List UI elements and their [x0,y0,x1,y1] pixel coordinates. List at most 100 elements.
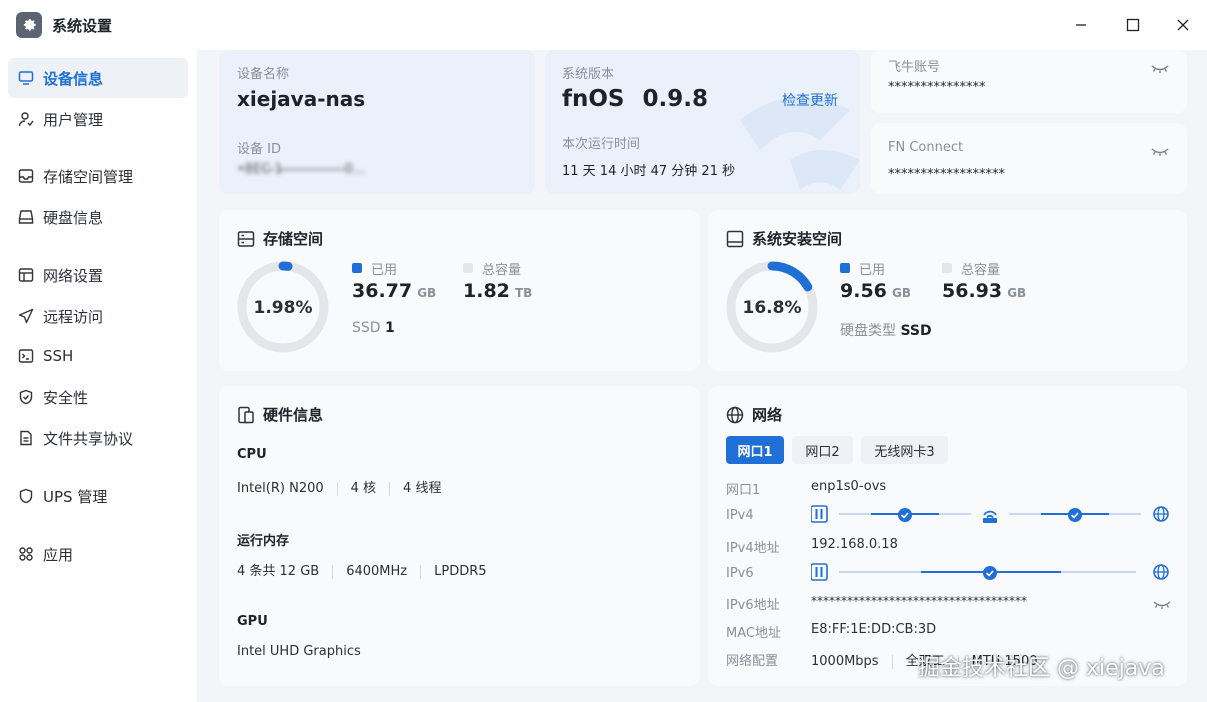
divider [336,481,338,496]
version-os: fnOS [562,86,625,112]
fn-connect-value: ****************** [888,167,1005,182]
cpu-threads: 4 线程 [403,481,442,496]
sidebar-item-label: 远程访问 [43,307,104,326]
sidebar-item-apps[interactable]: 应用 [8,534,188,574]
check-circle-icon [898,508,912,522]
nas-device-icon [811,505,828,523]
eye-closed-icon[interactable] [1151,60,1169,79]
file-icon [18,430,34,446]
ipv6-address-label: IPv6地址 [726,598,780,613]
globe-icon [726,406,744,423]
watermark: 掘金技术社区 @ xiejava [918,656,1165,681]
tab-port-1[interactable]: 网口1 [726,436,784,464]
sys-total-number: 56.93 [942,280,1003,302]
device-name-value: xiejava-nas [237,87,366,111]
storage-percent-text: 1.98% [254,298,313,318]
hardware-card: 硬件信息 CPU Intel(R) N200 4 核 4 线程 运行内存 4 条共 … [219,386,700,686]
storage-used-number: 36.77 [352,280,413,302]
sidebar-item-label: UPS 管理 [43,487,108,506]
nas-device-icon [811,563,828,581]
tab-port-2[interactable]: 网口2 [792,436,853,464]
sidebar-item-device-info[interactable]: 设备信息 [8,58,188,98]
storage-total-label: 总容量 [482,263,522,278]
cpu-label: CPU [237,447,267,462]
sidebar-item-label: 文件共享协议 [43,429,134,448]
sidebar-item-ssh[interactable]: SSH [8,336,188,376]
eye-closed-icon[interactable] [1153,596,1171,615]
minimize-button[interactable] [1066,10,1096,40]
device-name-label: 设备名称 [237,67,290,82]
hardware-icon [238,406,254,423]
cpu-cores: 4 核 [350,481,377,496]
sidebar-item-file-share[interactable]: 文件共享协议 [8,418,188,458]
check-update-link[interactable]: 检查更新 [782,90,838,110]
ipv4-label: IPv4 [726,508,754,523]
eye-closed-icon[interactable] [1151,143,1169,162]
sys-total-value: 56.93 GB [942,280,1026,302]
disk-type: 硬盘类型 SSD [840,320,932,340]
storage-usage-ring: 1.98% [237,261,329,353]
port-value: enp1s0-ovs [811,479,887,494]
storage-used-label: 已用 [371,263,398,278]
gear-icon [16,12,42,38]
storage-icon [18,168,34,184]
sys-used-label: 已用 [859,263,886,278]
user-icon [18,111,34,127]
storage-used-value: 36.77 GB [352,280,436,302]
ipv4-address-label: IPv4地址 [726,541,780,556]
ssd-count: SSD 1 [352,320,395,336]
sidebar-item-security[interactable]: 安全性 [8,377,188,417]
sidebar-item-label: 存储空间管理 [43,167,134,186]
version-card: 系统版本 fnOS 0.9.8 检查更新 本次运行时间 11 天 14 小时 4… [545,50,860,194]
sidebar-item-label: 设备信息 [43,69,104,88]
sidebar-item-disk[interactable]: 硬盘信息 [8,197,188,237]
sys-install-percent-text: 16.8% [743,298,802,318]
globe-icon [1153,564,1169,580]
used-legend-dot [352,263,362,273]
sidebar-item-remote[interactable]: 远程访问 [8,296,188,336]
globe-icon [1153,506,1169,522]
memory-size: 4 条共 12 GB [237,564,320,579]
account-value: *************** [888,80,986,95]
storage-icon [237,230,255,247]
sidebar-item-storage[interactable]: 存储空间管理 [8,156,188,196]
divider [891,654,893,669]
sidebar-item-ups[interactable]: UPS 管理 [8,476,188,516]
fn-connect-card: FN Connect ****************** [871,123,1187,194]
main-content: 设备名称 xiejava-nas 设备 ID •8EC ̶1 ̶ ̶ ̶ ̶ ̶… [197,50,1207,702]
used-legend-dot [840,263,850,273]
sidebar-item-label: 硬盘信息 [43,208,104,227]
ups-icon [18,488,34,504]
send-icon [18,308,34,324]
apps-icon [18,546,34,562]
sidebar-item-label: 安全性 [43,388,89,407]
ipv6-label: IPv6 [726,566,754,581]
check-circle-icon [1068,508,1082,522]
ipv4-topology [811,505,1169,523]
sidebar-item-users[interactable]: 用户管理 [8,99,188,139]
maximize-button[interactable] [1118,10,1148,40]
version-number: 0.9.8 [642,86,709,112]
divider [332,564,334,579]
disk-type-value: SSD [900,323,932,339]
total-legend-dot [463,263,473,273]
uptime-value: 11 天 14 小时 47 分钟 21 秒 [562,164,736,179]
sys-used-unit: GB [891,286,911,300]
total-legend-dot [942,263,952,273]
memory-speed: 6400MHz [346,564,408,579]
close-button[interactable] [1168,10,1198,40]
memory-type: LPDDR5 [434,564,487,579]
mac-label: MAC地址 [726,626,781,641]
divider [389,481,391,496]
title-bar: 系统设置 [0,0,1207,50]
storage-total-unit: TB [514,286,533,300]
storage-total-value: 1.82 TB [463,280,532,302]
sidebar: 设备信息 用户管理 存储空间管理 硬盘信息 网络设置 远程访问 SSH 安全性 … [0,50,197,702]
sys-install-title-text: 系统安装空间 [752,230,843,248]
hardware-title-text: 硬件信息 [263,406,324,424]
sys-install-title: 系统安装空间 [726,228,842,249]
network-card: 网络 网口1 网口2 无线网卡3 网口1 enp1s0-ovs IPv4 IPv… [708,386,1187,686]
sidebar-item-network[interactable]: 网络设置 [8,255,188,295]
tab-wireless-3[interactable]: 无线网卡3 [861,436,948,464]
device-id-value: •8EC ̶1 ̶ ̶ ̶ ̶ ̶ ̶ ̶ ̶ ̶ ̶ ̶ ̶ ̶ ̶ ̶0..… [237,162,366,177]
